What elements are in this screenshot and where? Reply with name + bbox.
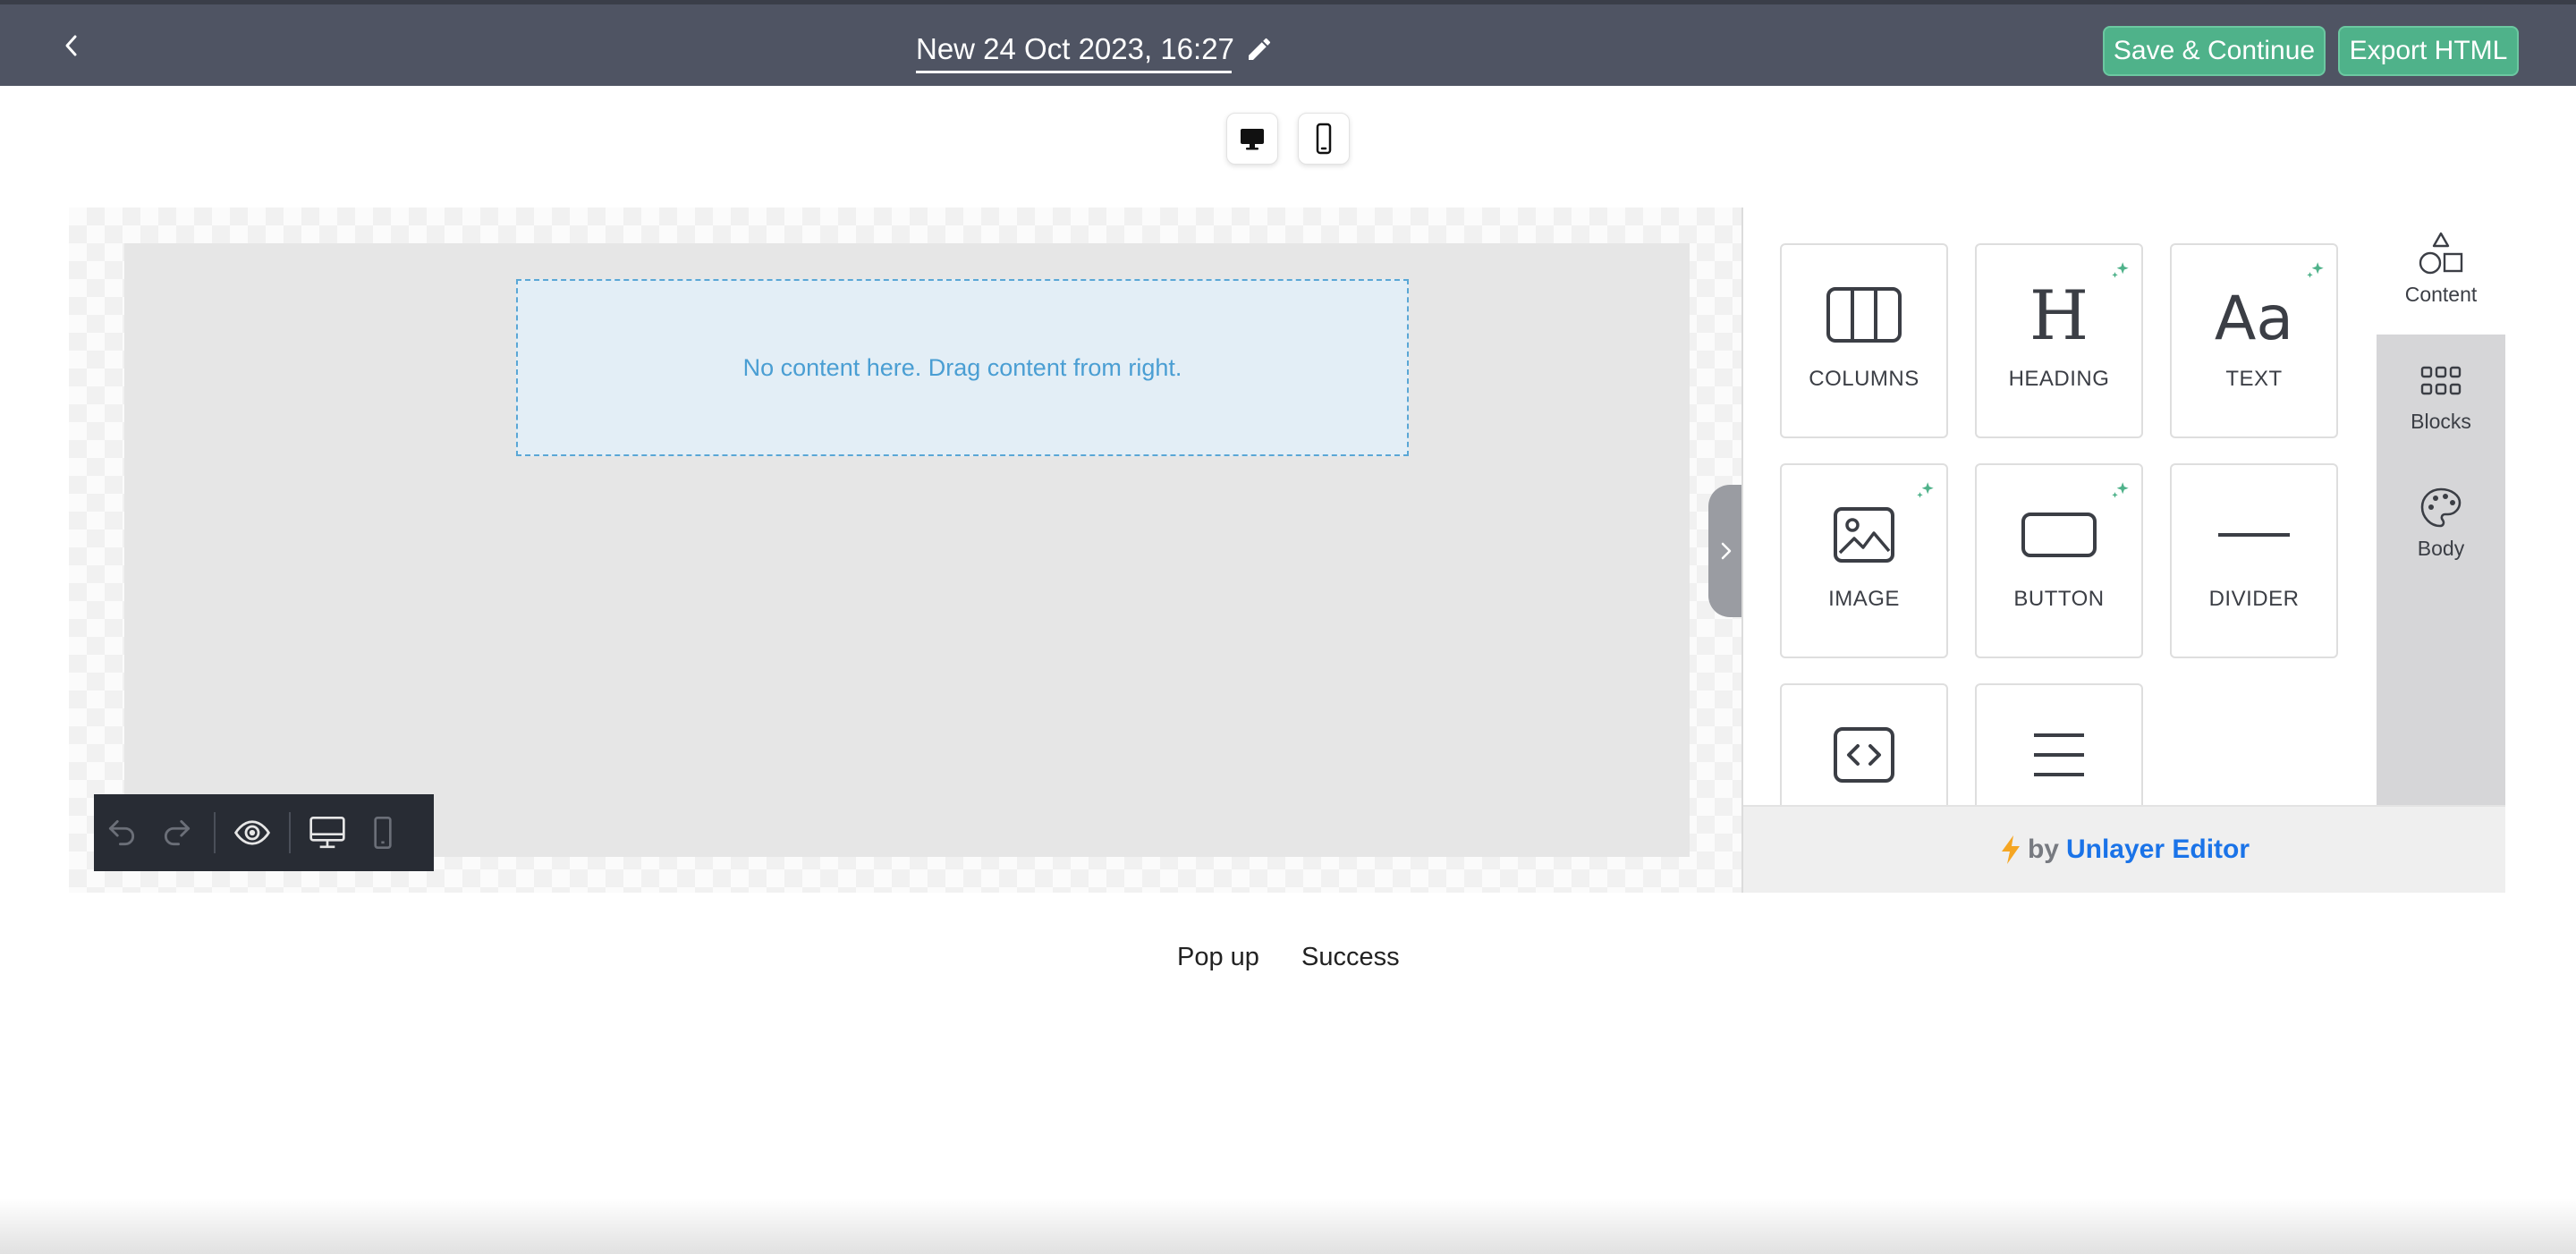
tool-menu[interactable]	[1975, 683, 2143, 805]
tool-divider[interactable]: DIVIDER	[2170, 463, 2338, 658]
pencil-icon[interactable]	[1245, 35, 1274, 64]
unlayer-editor-link[interactable]: Unlayer Editor	[2066, 835, 2250, 865]
collapse-panel-button[interactable]	[1708, 485, 1744, 617]
toolbar-desktop-button[interactable]	[300, 794, 355, 871]
redo-button[interactable]	[149, 794, 205, 871]
empty-drop-zone[interactable]: No content here. Drag content from right…	[516, 279, 1409, 456]
image-icon	[1834, 507, 1894, 563]
lightning-icon	[2001, 835, 2020, 864]
tool-label: COLUMNS	[1809, 367, 1919, 391]
tab-label: Content	[2404, 283, 2478, 306]
page-tab-success[interactable]: Success	[1301, 943, 1400, 972]
tab-body[interactable]: Body	[2377, 462, 2505, 589]
tool-label: DIVIDER	[2208, 587, 2300, 611]
title-editor[interactable]: New 24 Oct 2023, 16:27	[916, 31, 1292, 74]
content-tools-grid: COLUMNS H HEADING Aa TEXT IMAGE BUTTON D…	[1743, 208, 2378, 805]
canvas-body[interactable]: No content here. Drag content from right…	[124, 243, 1690, 857]
canvas-toolbar	[94, 794, 434, 871]
tab-content[interactable]: Content	[2377, 208, 2505, 335]
button-icon	[2021, 513, 2097, 557]
save-continue-button[interactable]: Save & Continue	[2103, 26, 2326, 76]
mobile-view-toggle[interactable]	[1298, 113, 1350, 165]
grid-icon	[2420, 366, 2462, 395]
empty-message: No content here. Drag content from right…	[742, 353, 1182, 381]
text-icon: Aa	[2215, 284, 2293, 346]
export-html-button[interactable]: Export HTML	[2338, 26, 2519, 76]
tool-button[interactable]: BUTTON	[1975, 463, 2143, 658]
eye-icon	[234, 820, 270, 845]
window-bottom-shadow	[0, 1199, 2576, 1254]
tab-blocks[interactable]: Blocks	[2377, 335, 2505, 462]
tool-columns[interactable]: COLUMNS	[1780, 243, 1948, 438]
chevron-left-icon	[65, 35, 77, 56]
tab-label: Blocks	[2411, 410, 2471, 433]
page-tab-popup[interactable]: Pop up	[1177, 943, 1259, 972]
desktop-icon	[1241, 129, 1264, 150]
desktop-view-toggle[interactable]	[1226, 113, 1278, 165]
heading-icon: H	[2029, 284, 2089, 346]
tool-heading[interactable]: H HEADING	[1975, 243, 2143, 438]
tool-html[interactable]	[1780, 683, 1948, 805]
undo-icon	[108, 819, 135, 846]
preview-button[interactable]	[225, 794, 280, 871]
mobile-icon	[1316, 123, 1332, 155]
undo-button[interactable]	[94, 794, 149, 871]
palette-icon	[2420, 487, 2462, 528]
tool-text[interactable]: Aa TEXT	[2170, 243, 2338, 438]
chevron-right-icon	[1721, 542, 1732, 560]
top-bar: New 24 Oct 2023, 16:27 Save & Continue E…	[0, 0, 2576, 86]
editor: No content here. Drag content from right…	[69, 208, 2505, 893]
back-button[interactable]	[54, 28, 89, 64]
tool-image[interactable]: IMAGE	[1780, 463, 1948, 658]
panel-footer: by Unlayer Editor	[1743, 805, 2505, 893]
design-canvas: No content here. Drag content from right…	[69, 208, 1741, 893]
toolbar-divider	[289, 812, 291, 853]
tab-label: Body	[2417, 537, 2465, 560]
by-label: by	[2027, 835, 2059, 864]
shapes-icon	[2419, 232, 2463, 275]
tools-panel: COLUMNS H HEADING Aa TEXT IMAGE BUTTON D…	[1741, 208, 2505, 893]
tool-label: TEXT	[2225, 367, 2283, 391]
toolbar-divider	[214, 812, 216, 853]
tool-label: HEADING	[2008, 367, 2110, 391]
document-title[interactable]: New 24 Oct 2023, 16:27	[916, 31, 1234, 73]
toolbar-mobile-button[interactable]	[355, 794, 411, 871]
html-icon	[1834, 727, 1894, 783]
desktop-icon	[309, 817, 345, 849]
tool-label: BUTTON	[2013, 587, 2105, 611]
tool-label: IMAGE	[1828, 587, 1900, 611]
mobile-icon	[374, 817, 392, 849]
svg-text:H: H	[2029, 284, 2089, 346]
menu-icon	[2034, 733, 2084, 776]
svg-text:Aa: Aa	[2215, 284, 2293, 346]
redo-icon	[164, 819, 191, 846]
divider-icon	[2218, 533, 2290, 537]
panel-tabs: Content Blocks Body	[2377, 208, 2505, 805]
columns-icon	[1826, 287, 1902, 343]
